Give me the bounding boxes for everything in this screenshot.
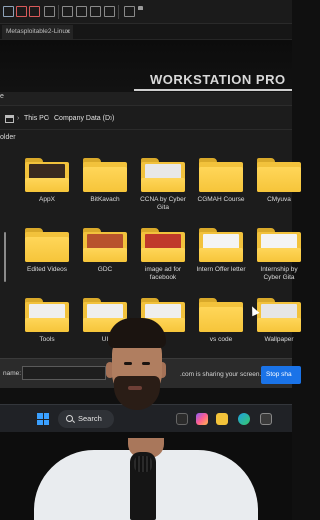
restart-icon[interactable] xyxy=(29,6,40,17)
folder-icon xyxy=(83,228,127,262)
snapshot-icon[interactable] xyxy=(44,6,55,17)
edge-icon[interactable] xyxy=(238,413,250,425)
task-view-icon[interactable] xyxy=(176,413,188,425)
folder-label: GDC xyxy=(97,266,113,273)
desktop-banner-title: WORKSTATION PRO xyxy=(150,72,286,87)
toolbar-divider xyxy=(118,5,119,19)
copilot-icon[interactable] xyxy=(196,413,208,425)
folder-icon xyxy=(257,158,301,192)
address-bar[interactable]: › This PC › Company Data (D:) › xyxy=(0,112,292,128)
power-icon[interactable] xyxy=(3,6,14,17)
folder-item[interactable]: image ad for facebook xyxy=(136,228,190,282)
folder-item[interactable]: BitKavach xyxy=(78,158,132,204)
presenter-hair xyxy=(108,318,166,348)
split-view-icon[interactable] xyxy=(76,6,87,17)
toolbar-divider xyxy=(58,5,59,19)
folder-item[interactable]: Intern Offer letter xyxy=(194,228,248,274)
chevron-down-icon[interactable] xyxy=(138,6,143,17)
file-name-input[interactable] xyxy=(22,366,106,380)
close-tab-icon[interactable]: × xyxy=(66,25,71,39)
folder-item[interactable]: CGMAH Course xyxy=(194,158,248,204)
file-name-label: name: xyxy=(3,370,22,377)
folder-icon xyxy=(199,228,243,262)
folder-label: Intern Offer letter xyxy=(196,266,246,273)
presenter-eye xyxy=(124,362,132,365)
folder-item[interactable]: CMyuva xyxy=(252,158,306,204)
store-icon[interactable] xyxy=(260,413,272,425)
presenter-mouth xyxy=(128,386,142,390)
folder-label: image ad for facebook xyxy=(144,266,182,281)
folder-label: Internship by Cyber Gita xyxy=(260,266,298,281)
breadcrumb-separator: › xyxy=(17,115,20,122)
fullscreen-icon[interactable] xyxy=(90,6,101,17)
folder-icon xyxy=(25,298,69,332)
folder-item[interactable]: Tools xyxy=(20,298,74,344)
folder-icon xyxy=(257,228,301,262)
screen-share-text: .com is sharing your screen. xyxy=(180,371,262,378)
monitor-icon xyxy=(5,115,14,123)
presenter-eye xyxy=(142,362,150,365)
folder-icon xyxy=(25,228,69,262)
folder-icon xyxy=(141,158,185,192)
folder-item[interactable]: Edited Videos xyxy=(20,228,74,274)
library-icon[interactable] xyxy=(62,6,73,17)
folder-icon xyxy=(83,158,127,192)
folder-label: Edited Videos xyxy=(27,266,67,273)
presenter-head xyxy=(104,318,168,428)
desktop-banner-underline xyxy=(134,89,292,91)
explorer-header-label: e xyxy=(0,93,4,100)
breadcrumb-separator: › xyxy=(110,115,113,122)
folder-label: Tools xyxy=(39,336,55,343)
folder-label: CCNA by Cyber Gita xyxy=(140,196,186,211)
folder-label: CMyuva xyxy=(267,196,291,203)
explorer-header: e xyxy=(0,92,292,106)
vm-toolbar xyxy=(0,0,292,24)
stop-icon[interactable] xyxy=(16,6,27,17)
microphone-grill xyxy=(134,456,152,472)
folder-icon xyxy=(25,158,69,192)
stop-sharing-button[interactable]: Stop sha xyxy=(261,366,301,384)
presenter-beard xyxy=(114,376,160,410)
folder-item[interactable]: GDC xyxy=(78,228,132,274)
tab-metasploitable[interactable]: Metasploitable2-Linux xyxy=(2,25,74,39)
windows-start-icon[interactable] xyxy=(37,413,49,425)
address-divider xyxy=(0,129,292,130)
folder-item[interactable]: Internship by Cyber Gita xyxy=(252,228,306,282)
folder-label: vs code xyxy=(209,336,233,343)
search-label: Search xyxy=(78,414,102,423)
microphone xyxy=(130,452,156,520)
unity-icon[interactable] xyxy=(104,6,115,17)
folder-label: BitKavach xyxy=(90,196,120,203)
breadcrumb-company-data[interactable]: Company Data (D:) xyxy=(54,115,114,122)
folder-label: Wallpaper xyxy=(264,336,294,343)
search-icon xyxy=(66,415,73,422)
folder-item[interactable]: AppX xyxy=(20,158,74,204)
folder-item[interactable]: vs code xyxy=(194,298,248,344)
folder-label: CGMAH Course xyxy=(197,196,245,203)
folder-icon xyxy=(199,158,243,192)
folder-item[interactable]: CCNA by Cyber Gita xyxy=(136,158,190,212)
breadcrumb-this-pc[interactable]: This PC xyxy=(24,115,49,122)
scrollbar-thumb[interactable] xyxy=(4,232,6,282)
console-view-icon[interactable] xyxy=(124,6,135,17)
vm-tab-strip: Metasploitable2-Linux × xyxy=(0,24,292,40)
folder-icon xyxy=(257,298,301,332)
file-explorer-icon[interactable] xyxy=(216,413,228,425)
folder-item[interactable]: Wallpaper xyxy=(252,298,306,344)
new-folder-label[interactable]: older xyxy=(0,134,16,141)
folder-icon xyxy=(141,228,185,262)
breadcrumb-separator: › xyxy=(47,115,50,122)
folder-label: AppX xyxy=(39,196,55,203)
folder-icon xyxy=(199,298,243,332)
